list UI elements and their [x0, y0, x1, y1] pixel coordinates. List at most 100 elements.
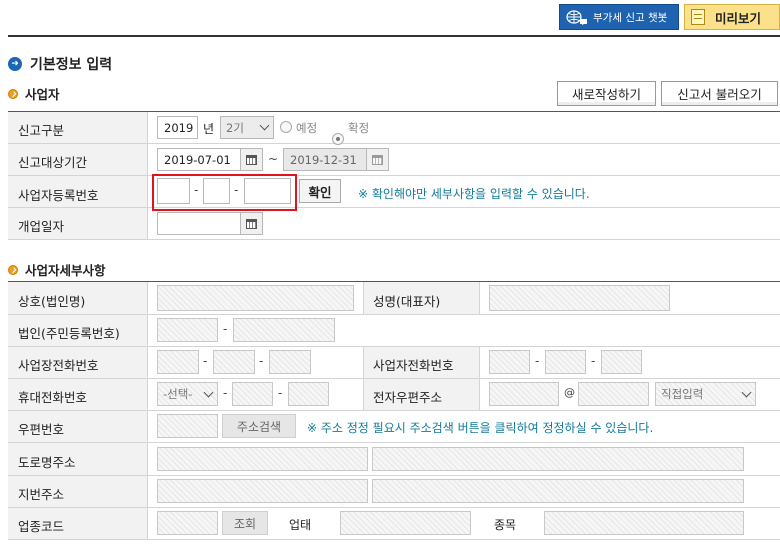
- preview-button[interactable]: 미리보기: [684, 4, 780, 30]
- detail-table-top-rule: [8, 281, 780, 282]
- rep-name-label: 성명(대표자): [373, 294, 441, 309]
- biz-phone-label: 사업장전화번호: [18, 358, 99, 373]
- year-suffix: 년: [203, 122, 215, 136]
- business-type-label: 업태: [289, 518, 312, 532]
- mobile-part3[interactable]: [288, 382, 329, 406]
- row-divider: [8, 175, 780, 176]
- row-divider: [8, 507, 780, 508]
- home-phone-part2[interactable]: [545, 350, 586, 374]
- dash: -: [278, 386, 283, 400]
- row-divider: [8, 314, 780, 315]
- biz-phone-part1[interactable]: [157, 350, 199, 374]
- road-addr-input-2[interactable]: [372, 447, 744, 471]
- dash: -: [194, 183, 199, 197]
- lot-addr-input-1[interactable]: [157, 479, 368, 503]
- biz-reg-no-part3[interactable]: [244, 178, 291, 204]
- lookup-button[interactable]: 조회: [222, 511, 268, 535]
- lot-addr-input-2[interactable]: [372, 479, 744, 503]
- biz-phone-part2[interactable]: [213, 350, 255, 374]
- radio-confirmed[interactable]: [332, 133, 344, 145]
- road-addr-label: 도로명주소: [18, 455, 76, 470]
- address-note: ※ 주소 정정 필요시 주소검색 버튼을 클릭하여 정정하실 수 있습니다.: [307, 421, 654, 435]
- row-divider: [8, 378, 780, 379]
- calendar-icon: [372, 154, 383, 165]
- globe-chat-icon: [566, 10, 587, 25]
- corp-row-blank: [363, 315, 780, 346]
- confirm-button[interactable]: 확인: [299, 179, 341, 203]
- report-type-label: 신고구분: [18, 123, 65, 138]
- dash: -: [259, 354, 264, 368]
- mobile-prefix-select[interactable]: -선택-: [157, 382, 218, 406]
- calendar-icon: [246, 154, 257, 165]
- report-period-label: 신고대상기간: [18, 155, 88, 170]
- period-end-calendar-button[interactable]: [367, 148, 389, 171]
- biz-phone-part3[interactable]: [269, 350, 311, 374]
- section-title-business-text: 사업자: [25, 87, 60, 102]
- mobile-part2[interactable]: [232, 382, 273, 406]
- home-phone-part1[interactable]: [489, 350, 530, 374]
- lot-addr-label: 지번주소: [18, 487, 65, 502]
- confirm-note: ※ 확인해야만 세부사항을 입력할 수 있습니다.: [358, 187, 590, 201]
- top-divider: [8, 35, 780, 37]
- load-report-button[interactable]: 신고서 불러오기: [661, 81, 778, 106]
- dash: -: [223, 386, 228, 400]
- chevron-down-icon: [203, 387, 214, 397]
- email-domain-select[interactable]: 직접입력: [655, 382, 756, 406]
- trade-name-input[interactable]: [157, 285, 354, 311]
- preview-button-label: 미리보기: [715, 10, 762, 26]
- period-start-input[interactable]: 2019-07-01: [157, 148, 241, 171]
- orange-bullet-icon: [8, 264, 18, 275]
- radio-expected[interactable]: [280, 121, 292, 133]
- radio-expected-label: 예정: [296, 121, 318, 135]
- chatbot-button[interactable]: 부가세 신고 챗봇: [559, 4, 679, 30]
- column-divider: [363, 282, 364, 315]
- arrow-right-icon: ➜: [8, 57, 22, 71]
- home-phone-label: 사업자전화번호: [373, 358, 454, 373]
- dash: -: [234, 183, 239, 197]
- row-divider: [8, 442, 780, 443]
- period-start-calendar-button[interactable]: [241, 148, 263, 171]
- row-divider: [8, 346, 780, 347]
- email-domain-input[interactable]: [578, 382, 649, 406]
- row-divider: [8, 410, 780, 411]
- rep-name-input[interactable]: [489, 285, 670, 311]
- biz-reg-no-part1[interactable]: [157, 178, 190, 204]
- year-input[interactable]: 2019: [157, 116, 198, 139]
- email-id-input[interactable]: [489, 382, 559, 406]
- period-end-input[interactable]: 2019-12-31: [283, 148, 367, 171]
- open-date-calendar-button[interactable]: [241, 212, 263, 235]
- open-date-label: 개업일자: [18, 219, 65, 234]
- new-write-button[interactable]: 새로작성하기: [557, 81, 656, 106]
- business-item-label: 종목: [494, 518, 517, 532]
- dash: -: [535, 354, 540, 368]
- industry-code-input[interactable]: [157, 511, 218, 535]
- table-top-rule: [8, 111, 780, 112]
- mobile-label: 휴대전화번호: [18, 390, 88, 405]
- zip-label: 우편번호: [18, 422, 65, 437]
- dash: -: [203, 354, 208, 368]
- page-title-text: 기본정보 입력: [30, 57, 113, 73]
- corp-no-part1[interactable]: [157, 318, 218, 342]
- calendar-icon: [246, 218, 257, 229]
- section-title-detail-text: 사업자세부사항: [25, 263, 106, 278]
- zip-input[interactable]: [157, 414, 218, 438]
- corp-no-part2[interactable]: [233, 318, 335, 342]
- section-title-detail: 사업자세부사항: [8, 260, 106, 279]
- page-title: ➜ 기본정보 입력: [8, 54, 112, 74]
- biz-reg-no-part2[interactable]: [203, 178, 230, 204]
- business-type-input[interactable]: [340, 511, 471, 535]
- email-at: @: [564, 386, 575, 399]
- biz-reg-no-label: 사업자등록번호: [18, 188, 99, 203]
- chatbot-button-label: 부가세 신고 챗봇: [593, 11, 668, 24]
- email-label: 전자우편주소: [373, 390, 443, 405]
- home-phone-part3[interactable]: [601, 350, 642, 374]
- period-select[interactable]: 2기: [220, 116, 274, 139]
- road-addr-input-1[interactable]: [157, 447, 368, 471]
- open-date-input[interactable]: [157, 212, 241, 235]
- address-search-button[interactable]: 주소검색: [222, 414, 296, 438]
- row-divider: [8, 143, 780, 144]
- business-item-input[interactable]: [544, 511, 744, 535]
- radio-confirmed-label: 확정: [348, 121, 370, 135]
- chevron-down-icon: [259, 120, 270, 131]
- row-divider: [8, 239, 780, 240]
